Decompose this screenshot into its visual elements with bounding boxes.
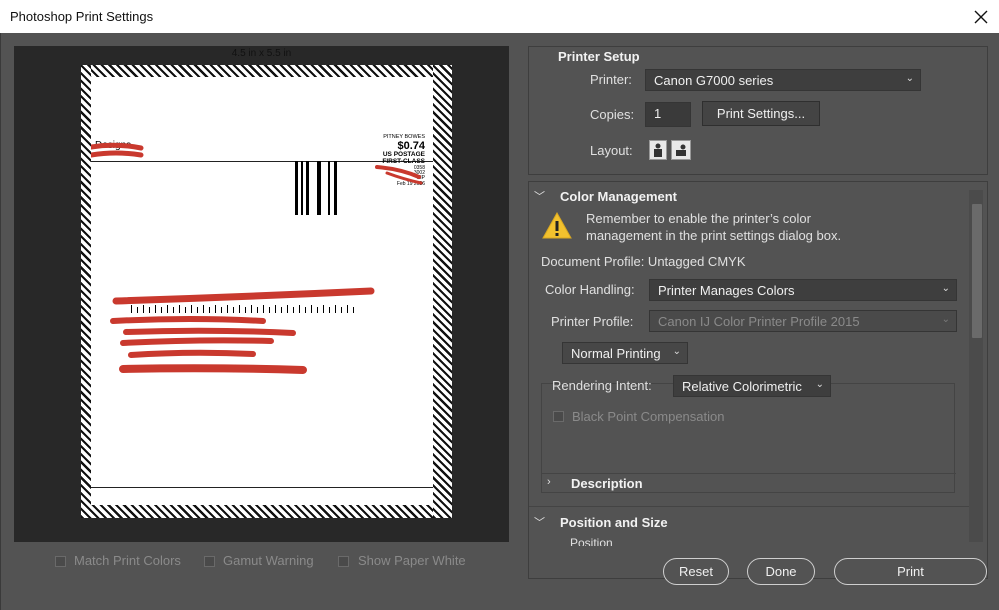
chevron-down-icon: ⌄ [941, 314, 950, 325]
section-divider [529, 506, 969, 507]
printing-mode-value: Normal Printing [571, 346, 661, 361]
scrollbar-thumb[interactable] [972, 204, 982, 338]
rendering-intent-label: Rendering Intent: [552, 378, 652, 393]
black-point-compensation-checkbox[interactable] [553, 411, 564, 422]
reset-button[interactable]: Reset [663, 558, 729, 585]
copies-value: 1 [654, 106, 662, 121]
gamut-warning-checkbox[interactable] [204, 556, 215, 567]
copies-input[interactable]: 1 [645, 102, 691, 127]
show-paper-white-checkbox[interactable] [338, 556, 349, 567]
collapse-chevron-icon[interactable]: ﹀ [534, 514, 545, 530]
margin-right [433, 65, 452, 518]
chevron-down-icon: ⌄ [905, 73, 914, 84]
printing-mode-select[interactable]: Normal Printing ⌄ [562, 342, 688, 364]
redaction-marks [91, 142, 423, 374]
layout-label: Layout: [590, 143, 633, 158]
rendering-intent-value: Relative Colorimetric [682, 379, 802, 394]
printer-select[interactable]: Canon G7000 series ⌄ [645, 69, 921, 91]
chevron-down-icon: ⌄ [815, 379, 824, 390]
landscape-layout-button[interactable] [671, 140, 691, 160]
print-button[interactable]: Print [834, 558, 987, 585]
margin-left [81, 65, 91, 518]
portrait-layout-button[interactable] [649, 140, 667, 160]
warning-icon [542, 212, 572, 239]
title-bar: Photoshop Print Settings [0, 0, 999, 33]
portrait-layout-icon [654, 143, 662, 157]
tracking-barcode [131, 305, 354, 313]
gamut-warning-label: Gamut Warning [223, 553, 314, 568]
section-divider [541, 473, 956, 474]
color-handling-label: Color Handling: [545, 282, 635, 297]
color-management-title: Color Management [560, 189, 678, 204]
close-icon [974, 10, 988, 23]
color-management-warning: Remember to enable the printer’s color m… [586, 211, 842, 243]
print-settings-button[interactable]: Print Settings... [702, 101, 820, 126]
color-handling-value: Printer Manages Colors [658, 283, 795, 298]
done-button[interactable]: Done [747, 558, 815, 585]
paper-preview: Designs PITNEY BOWES $0.74 US POSTAGE FI… [81, 65, 452, 518]
printer-profile-label: Printer Profile: [551, 314, 634, 329]
color-handling-select[interactable]: Printer Manages Colors ⌄ [649, 279, 957, 301]
printer-profile-value: Canon IJ Color Printer Profile 2015 [658, 314, 860, 329]
dialog-body: 4.5 in x 5.5 in Designs PITNEY BOWES $0.… [0, 33, 999, 610]
position-size-title: Position and Size [560, 515, 668, 530]
description-title: Description [571, 476, 643, 491]
printer-label: Printer: [590, 72, 632, 87]
match-print-colors-label: Match Print Colors [74, 553, 181, 568]
margin-top [81, 65, 452, 77]
print-preview[interactable]: 4.5 in x 5.5 in Designs PITNEY BOWES $0.… [14, 46, 509, 542]
close-button[interactable] [963, 0, 999, 33]
rendering-intent-select[interactable]: Relative Colorimetric ⌄ [673, 375, 831, 397]
margin-bottom [81, 505, 452, 518]
document-profile: Document Profile: Untagged CMYK [541, 254, 746, 269]
black-point-compensation-label: Black Point Compensation [572, 409, 725, 424]
printer-profile-select[interactable]: Canon IJ Color Printer Profile 2015 ⌄ [649, 310, 957, 332]
collapse-chevron-icon[interactable]: ﹀ [534, 188, 545, 204]
paper-size-label: 4.5 in x 5.5 in [231, 48, 292, 59]
window-title: Photoshop Print Settings [10, 9, 154, 24]
show-paper-white-label: Show Paper White [358, 553, 466, 568]
match-print-colors-checkbox[interactable] [55, 556, 66, 567]
landscape-layout-icon [676, 144, 686, 156]
copies-label: Copies: [590, 107, 635, 122]
printer-setup-title: Printer Setup [558, 49, 640, 64]
chevron-down-icon: ⌄ [672, 346, 681, 357]
position-sub-label: Position [570, 536, 613, 546]
printer-select-value: Canon G7000 series [654, 73, 774, 88]
chevron-down-icon: ⌄ [941, 283, 950, 294]
expand-chevron-icon[interactable]: › [547, 476, 551, 488]
shipping-label-image: Designs PITNEY BOWES $0.74 US POSTAGE FI… [91, 77, 433, 505]
